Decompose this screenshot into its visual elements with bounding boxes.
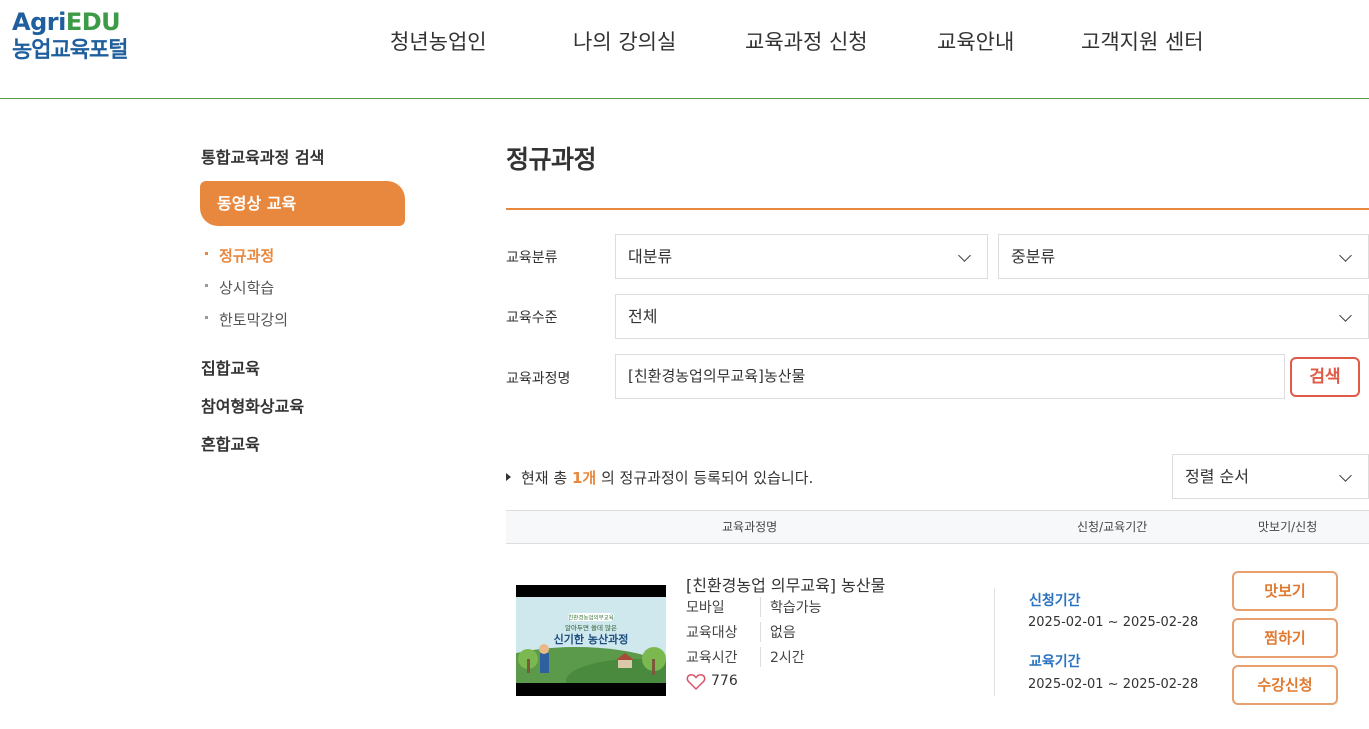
chevron-down-icon <box>1339 249 1352 262</box>
heart-icon[interactable] <box>686 673 706 691</box>
apply-period-label: 신청기간 <box>1029 593 1081 609</box>
major-category-select[interactable]: 대분류 <box>615 234 988 279</box>
sidebar-sub-always[interactable]: 상시학습 <box>205 277 274 298</box>
sidebar-item-video-education[interactable]: 동영상 교육 <box>200 181 405 226</box>
result-count: 현재 총 1개 의 정규과정이 등록되어 있습니다. <box>506 467 813 488</box>
like-count: 776 <box>711 673 738 689</box>
search-button[interactable]: 검색 <box>1290 357 1360 397</box>
nav-course-apply[interactable]: 교육과정 신청 <box>745 26 868 56</box>
meta-value-time: 2시간 <box>760 647 805 667</box>
course-thumbnail-image: 친환경농업의무교육 알아두면 쓸데 많은 신기한 농산과정 <box>516 597 666 683</box>
course-name-input[interactable]: [친환경농업의무교육]농산물 <box>615 354 1285 399</box>
meta-label-target: 교육대상 <box>686 625 738 641</box>
nav-education-info[interactable]: 교육안내 <box>937 26 1014 56</box>
column-divider <box>994 588 995 696</box>
course-thumbnail[interactable]: 친환경농업의무교육 알아두면 쓸데 많은 신기한 농산과정 <box>516 585 666 696</box>
course-name-label: 교육과정명 <box>506 371 571 387</box>
triangle-right-icon <box>506 472 511 481</box>
chevron-down-icon <box>1339 309 1352 322</box>
wishlist-button[interactable]: 찜하기 <box>1232 618 1338 658</box>
sort-select[interactable]: 정렬 순서 <box>1172 454 1369 499</box>
page-title: 정규과정 <box>506 145 597 174</box>
sidebar-title: 통합교육과정 검색 <box>201 148 325 167</box>
course-title[interactable]: [친환경농업 의무교육] 농산물 <box>686 572 885 596</box>
level-label: 교육수준 <box>506 310 558 326</box>
nav-support-center[interactable]: 고객지원 센터 <box>1081 26 1204 56</box>
meta-label-time: 교육시간 <box>686 650 738 666</box>
edu-period-label: 교육기간 <box>1029 654 1081 670</box>
nav-young-farmer[interactable]: 청년농업인 <box>390 26 487 56</box>
thumb-title: 신기한 농산과정 <box>554 632 629 646</box>
category-label: 교육분류 <box>506 250 558 266</box>
edu-period-value: 2025-02-01 ~ 2025-02-28 <box>1028 677 1199 692</box>
level-select[interactable]: 전체 <box>615 294 1369 339</box>
site-header: AgriEDU 농업교육포털 청년농업인 나의 강의실 교육과정 신청 교육안내… <box>0 0 1369 99</box>
sidebar-item-group[interactable]: 집합교육 <box>201 355 260 379</box>
chevron-down-icon <box>958 249 971 262</box>
title-divider <box>506 208 1369 210</box>
sidebar-sub-short-lecture[interactable]: 한토막강의 <box>205 309 288 330</box>
header-course-name: 교육과정명 <box>722 520 778 534</box>
chevron-down-icon <box>1339 469 1352 482</box>
preview-button[interactable]: 맛보기 <box>1232 571 1338 611</box>
apply-period-value: 2025-02-01 ~ 2025-02-28 <box>1028 615 1199 630</box>
site-logo[interactable]: AgriEDU 농업교육포털 <box>12 8 128 66</box>
sidebar-item-participatory[interactable]: 참여형화상교육 <box>201 393 304 417</box>
enroll-button[interactable]: 수강신청 <box>1232 665 1338 705</box>
thumb-subtitle: 알아두면 쓸데 많은 <box>565 623 617 632</box>
meta-label-mobile: 모바일 <box>686 600 725 616</box>
nav-my-classroom[interactable]: 나의 강의실 <box>573 26 676 56</box>
sidebar-sub-regular[interactable]: 정규과정 <box>205 245 274 266</box>
meta-value-target: 없음 <box>760 622 796 642</box>
thumb-tag: 친환경농업의무교육 <box>568 614 614 622</box>
middle-category-select[interactable]: 중분류 <box>998 234 1369 279</box>
table-header: 교육과정명 신청/교육기간 맛보기/신청 <box>506 510 1369 544</box>
meta-value-mobile: 학습가능 <box>760 597 822 617</box>
header-actions: 맛보기/신청 <box>1258 520 1318 534</box>
sidebar-item-blended[interactable]: 혼합교육 <box>201 431 260 455</box>
header-period: 신청/교육기간 <box>1077 520 1148 534</box>
